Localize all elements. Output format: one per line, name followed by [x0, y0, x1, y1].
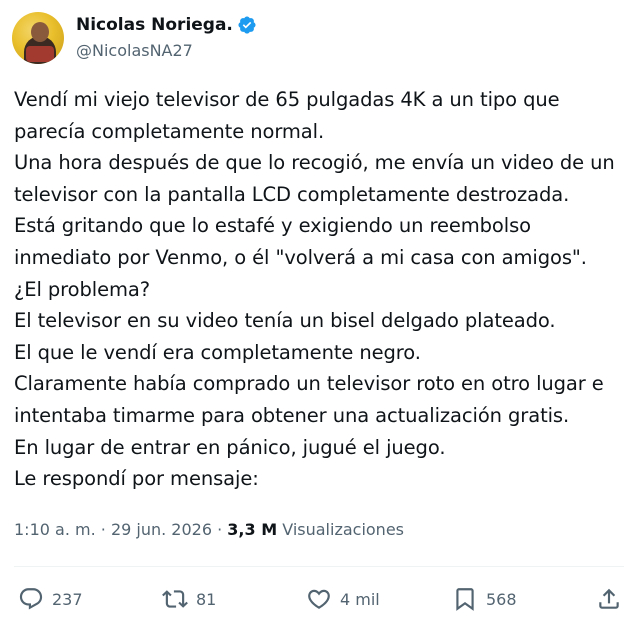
repost-button[interactable]: 81 — [162, 580, 216, 618]
tweet-line: Una hora después de que lo recogió, me e… — [14, 151, 615, 175]
verified-badge-icon[interactable] — [237, 15, 257, 35]
tweet-line: El televisor en su video tenía un bisel … — [14, 309, 556, 333]
tweet-line: En lugar de entrar en pánico, jugué el j… — [14, 435, 446, 459]
tweet-text: Vendí mi viejo televisor de 65 pulgadas … — [14, 84, 630, 495]
bookmark-icon — [456, 588, 474, 611]
share-icon — [599, 588, 619, 609]
divider — [14, 566, 624, 567]
tweet-line: Le respondí por mensaje: — [14, 467, 259, 491]
tweet-line: televisor con la pantalla LCD completame… — [14, 182, 570, 206]
like-count: 4 mil — [340, 589, 380, 609]
tweet-meta: 1:10 a. m. · 29 jun. 2026 · 3,3 M Visual… — [14, 520, 404, 539]
action-bar: 237 81 4 mil 568 — [0, 580, 638, 618]
tweet-time[interactable]: 1:10 a. m. — [14, 520, 96, 539]
share-button[interactable] — [596, 580, 622, 618]
meta-separator: · — [100, 520, 106, 539]
tweet-line: intentaba timarme para obtener una actua… — [14, 403, 570, 427]
tweet-line: El que le vendí era completamente negro. — [14, 340, 421, 364]
author-handle[interactable]: @NicolasNA27 — [76, 41, 193, 60]
views-label: Visualizaciones — [282, 520, 404, 539]
author-display-name[interactable]: Nicolas Noriega. — [76, 15, 233, 35]
repost-icon — [162, 590, 188, 608]
avatar[interactable] — [12, 12, 64, 64]
tweet-line: Claramente había comprado un televisor r… — [14, 372, 604, 396]
tweet-header: Nicolas Noriega. @NicolasNA27 — [12, 12, 612, 64]
meta-separator: · — [217, 520, 223, 539]
views-count: 3,3 M — [227, 520, 278, 539]
reply-icon — [19, 588, 43, 610]
tweet-date[interactable]: 29 jun. 2026 — [111, 520, 212, 539]
author-name-row: Nicolas Noriega. — [76, 15, 257, 35]
bookmark-button[interactable]: 568 — [452, 580, 517, 618]
reply-count: 237 — [52, 589, 83, 609]
like-icon — [308, 589, 330, 609]
like-button[interactable]: 4 mil — [306, 580, 380, 618]
repost-count: 81 — [196, 589, 217, 609]
tweet-line: Vendí mi viejo televisor de 65 pulgadas … — [14, 88, 560, 111]
tweet-line: parecía completamente normal. — [14, 119, 325, 143]
reply-button[interactable]: 237 — [18, 580, 83, 618]
tweet-line: Está gritando que lo estafé y exigiendo … — [14, 214, 531, 238]
tweet-line: ¿El problema? — [14, 277, 150, 301]
bookmark-count: 568 — [486, 589, 517, 609]
tweet-line: inmediato por Venmo, o él "volverá a mi … — [14, 245, 587, 269]
